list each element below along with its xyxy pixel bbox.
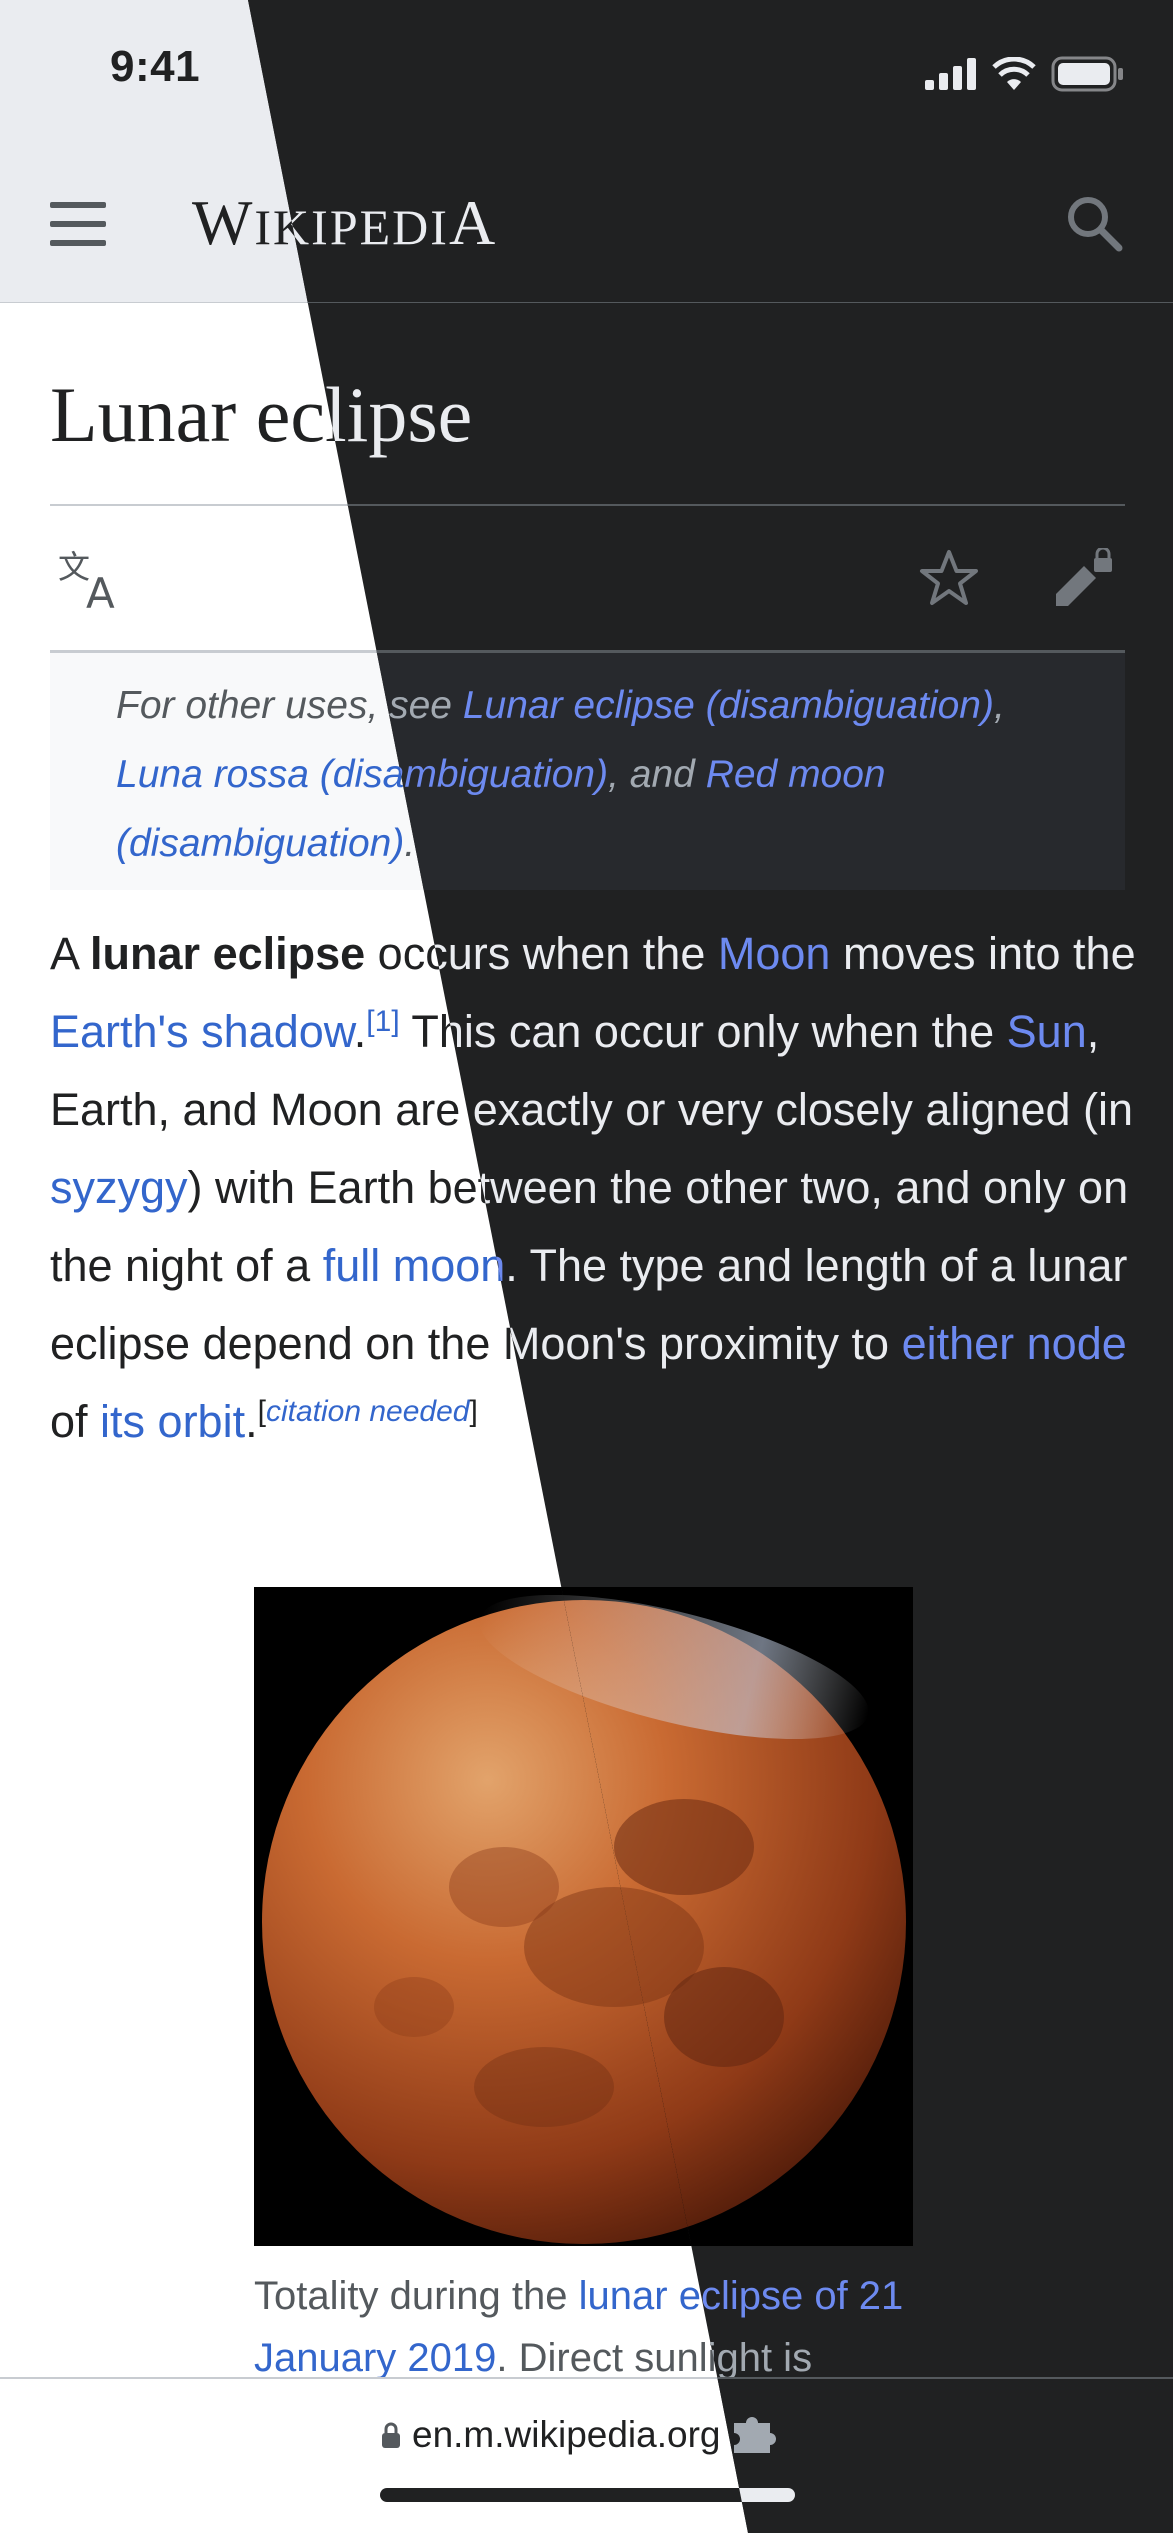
page: 9:41 WIKIPEDIA Lunar eclipse 文A For othe… <box>0 0 1173 2533</box>
link-either-node[interactable]: either node <box>902 1318 1127 1369</box>
logo-w: W <box>192 187 255 258</box>
search-icon[interactable] <box>1064 193 1124 253</box>
link-syzygy[interactable]: syzygy <box>50 1162 188 1213</box>
hatnote-sep: , and <box>608 753 706 796</box>
wifi-icon <box>992 57 1036 90</box>
link-sun[interactable]: Sun <box>1007 1006 1087 1057</box>
link-its-orbit[interactable]: its orbit <box>100 1396 245 1447</box>
citation-needed-link[interactable]: citation needed <box>266 1395 470 1428</box>
status-time: 9:41 <box>110 42 201 91</box>
citation-needed: [citation needed] <box>257 1395 478 1428</box>
link-earths-shadow[interactable]: Earth's shadow <box>50 1006 354 1057</box>
signal-icon <box>925 58 976 90</box>
url-text: en.m.wikipedia.org <box>412 2414 721 2455</box>
address-bar[interactable]: en.m.wikipedia.org <box>380 2410 778 2460</box>
hatnote-sep: , <box>993 684 1005 727</box>
puzzle-icon[interactable] <box>730 2415 778 2455</box>
bold-term: lunar eclipse <box>90 928 366 979</box>
reference-1[interactable]: [1] <box>366 1005 399 1038</box>
battery-icon <box>1051 56 1123 92</box>
language-icon[interactable]: 文A <box>58 548 128 610</box>
link-moon[interactable]: Moon <box>718 928 831 979</box>
home-indicator[interactable] <box>380 2488 795 2502</box>
edit-locked-icon[interactable] <box>1050 548 1114 612</box>
star-icon[interactable] <box>918 548 980 610</box>
svg-text:A: A <box>86 569 115 610</box>
menu-icon[interactable] <box>50 202 106 246</box>
hatnote-link-lunar-eclipse-disambiguation[interactable]: Lunar eclipse (disambiguation) <box>463 684 994 727</box>
link-full-moon[interactable]: full moon <box>323 1240 506 1291</box>
status-icons <box>925 56 1125 92</box>
logo-a: A <box>448 187 498 258</box>
lock-icon <box>382 2422 400 2448</box>
